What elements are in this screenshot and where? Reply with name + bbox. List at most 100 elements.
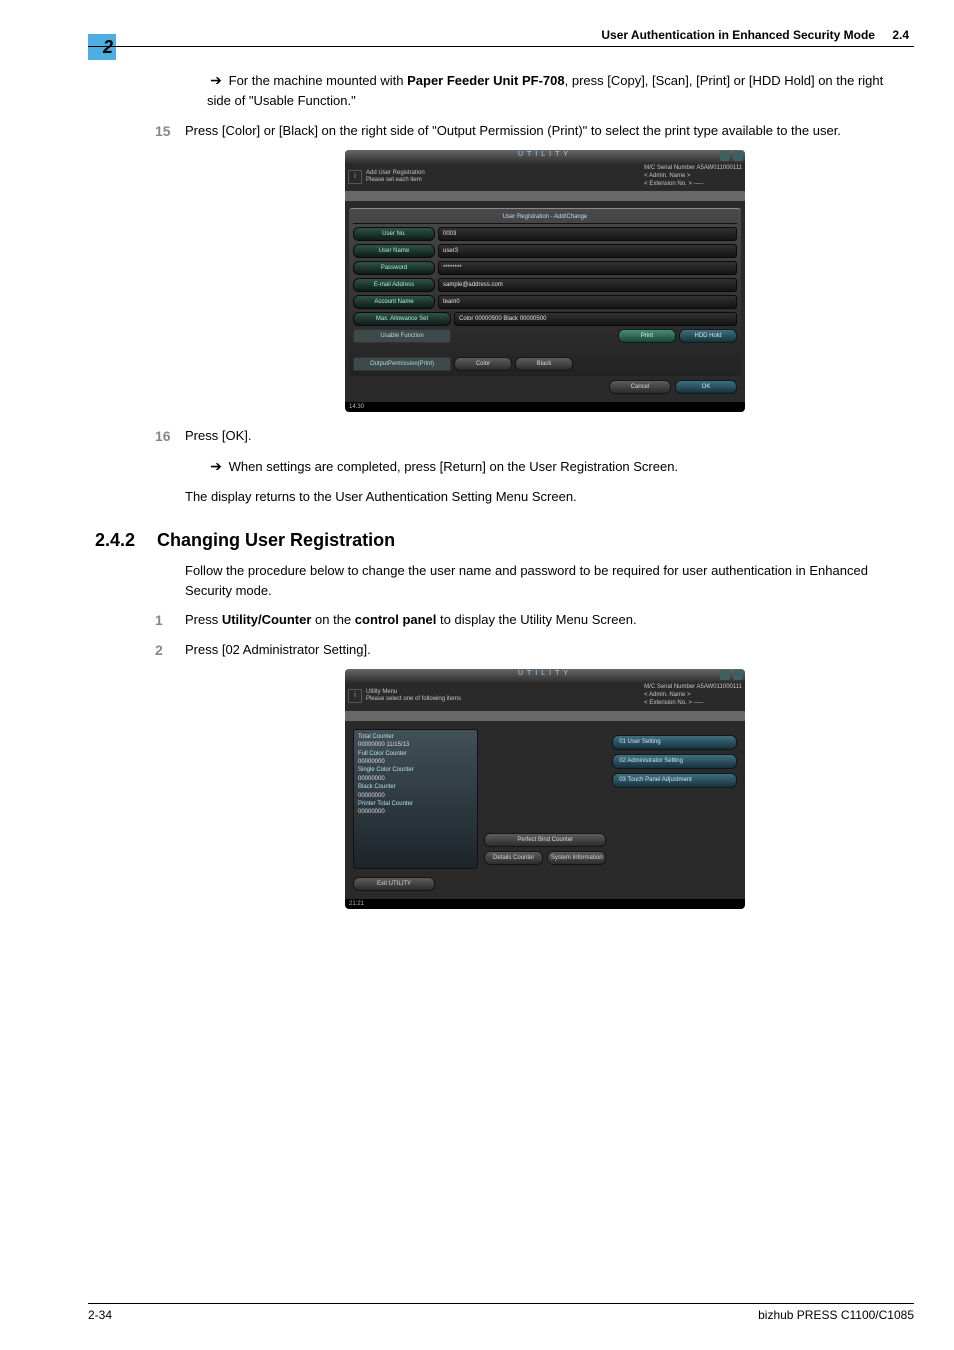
step1-post: to display the Utility Menu Screen. <box>436 612 636 627</box>
header-rule <box>88 46 914 47</box>
section-intro: Follow the procedure below to change the… <box>185 561 905 600</box>
step1-b2: control panel <box>355 612 437 627</box>
exit-row: Exit UTILITY <box>349 873 741 895</box>
counter-total-label: Total Counter <box>358 733 473 741</box>
print-button[interactable]: Print <box>618 329 676 343</box>
note-text-bold: Paper Feeder Unit PF-708 <box>407 73 565 88</box>
label-email[interactable]: E-mail Address <box>353 278 435 292</box>
arrow-icon: ➔ <box>207 456 225 477</box>
step-number: 1 <box>155 610 163 631</box>
utility-info-row: i Add User Registration Please set each … <box>345 164 745 191</box>
screenshot-user-registration: UTILITY i Add User Registration Please s… <box>185 150 905 412</box>
titlebar-icon <box>720 151 730 161</box>
details-counter-button[interactable]: Details Counter <box>484 851 543 865</box>
label-password[interactable]: Password <box>353 261 435 275</box>
row-account: Account Name team0 <box>353 295 737 309</box>
utility-strip <box>345 191 745 201</box>
section-number: 2.4.2 <box>95 530 135 551</box>
utility-strip <box>345 711 745 721</box>
step16-return: The display returns to the User Authenti… <box>185 487 905 507</box>
label-output-permission: OutputPermission(Print) <box>353 357 451 371</box>
color-button[interactable]: Color <box>454 357 512 371</box>
info-icon: i <box>348 689 362 703</box>
titlebar-icon <box>720 670 730 680</box>
row-output-permission: OutputPermission(Print) Color Black <box>353 357 737 371</box>
menu-user-setting[interactable]: 01 User Setting <box>612 735 737 750</box>
info-left-l1: Add User Registration <box>366 170 566 177</box>
info-right-l1: M/C Serial Number A5AW011000111 <box>644 165 742 173</box>
counter-full-value: 00000000 <box>358 758 473 766</box>
row-user-no: User No. 0003 <box>353 227 737 241</box>
field-max-allowance: Color 00000500 Black 00000500 <box>454 312 737 326</box>
cancel-button[interactable]: Cancel <box>609 380 671 394</box>
page-footer: 2-34 bizhub PRESS C1100/C1085 <box>88 1303 914 1322</box>
section-title: Changing User Registration <box>157 530 395 551</box>
titlebar-icons <box>720 151 743 161</box>
status-time: 21:21 <box>349 901 364 907</box>
menu-buttons: 01 User Setting 02 Administrator Setting… <box>612 729 737 869</box>
running-section-ref: 2.4 <box>892 28 909 42</box>
step16-return-text: The display returns to the User Authenti… <box>185 489 577 504</box>
counter-black-value: 00000000 <box>358 792 473 800</box>
counter-full-label: Full Color Counter <box>358 750 473 758</box>
row-user-name: User Name user3 <box>353 244 737 258</box>
info-right-l3: < Extension No. > ----- <box>644 181 742 189</box>
counter-printer-value: 00000000 <box>358 808 473 816</box>
utility-titlebar: UTILITY <box>345 150 745 164</box>
step-text: Press [OK]. <box>185 428 251 443</box>
step-1: 1 Press Utility/Counter on the control p… <box>185 610 905 630</box>
step1-pre: Press <box>185 612 222 627</box>
menu-touch-panel-adjustment[interactable]: 03 Touch Panel Adjustment <box>612 773 737 788</box>
system-information-button[interactable]: System Information <box>547 851 606 865</box>
chapter-tab: 2 <box>88 34 116 60</box>
utility-title: UTILITY <box>518 151 572 158</box>
center-buttons: Perfect Bind Counter Details Counter Sys… <box>484 729 606 869</box>
counter-printer-label: Printer Total Counter <box>358 800 473 808</box>
label-account[interactable]: Account Name <box>353 295 435 309</box>
field-account[interactable]: team0 <box>438 295 737 309</box>
step-number: 2 <box>155 640 163 661</box>
status-bar: 21:21 <box>345 899 745 909</box>
exit-utility-button[interactable]: Exit UTILITY <box>353 877 435 891</box>
running-title: User Authentication in Enhanced Security… <box>601 28 909 42</box>
label-max-allowance[interactable]: Max. Allowance Set <box>353 312 451 326</box>
step-2: 2 Press [02 Administrator Setting]. <box>185 640 905 660</box>
info-icon: i <box>348 170 362 184</box>
page-header: 2 User Authentication in Enhanced Securi… <box>0 28 954 46</box>
info-right-l1: M/C Serial Number A5AW011000111 <box>644 684 742 692</box>
ok-button[interactable]: OK <box>675 380 737 394</box>
field-user-name[interactable]: user3 <box>438 244 737 258</box>
row-max-allowance: Max. Allowance Set Color 00000500 Black … <box>353 312 737 326</box>
field-email[interactable]: sample@address.com <box>438 278 737 292</box>
titlebar-icon <box>733 151 743 161</box>
field-user-no[interactable]: 0003 <box>438 227 737 241</box>
utility-titlebar: UTILITY <box>345 669 745 683</box>
titlebar-icon <box>733 670 743 680</box>
info-right-l3: < Extension No. > ----- <box>644 700 742 708</box>
counter-single-value: 00000000 <box>358 775 473 783</box>
status-bar: 14:30 <box>345 402 745 412</box>
menu-admin-setting[interactable]: 02 Administrator Setting <box>612 754 737 769</box>
step-number: 15 <box>155 121 171 142</box>
utility-title: UTILITY <box>518 670 572 677</box>
perfect-bind-counter-button[interactable]: Perfect Bind Counter <box>484 833 606 847</box>
page-number: 2-34 <box>88 1308 112 1322</box>
step-number: 16 <box>155 426 171 447</box>
utility-menu-body: Total Counter 00000000 11/15/13 Full Col… <box>349 725 741 873</box>
black-button[interactable]: Black <box>515 357 573 371</box>
info-left-l2: Please set each item <box>366 177 566 184</box>
step-15: 15 Press [Color] or [Black] on the right… <box>185 121 905 141</box>
product-name: bizhub PRESS C1100/C1085 <box>758 1308 914 1322</box>
counter-total-value: 00000000 11/15/13 <box>358 741 473 749</box>
step2-text: Press [02 Administrator Setting]. <box>185 642 371 657</box>
note-text-a: For the machine mounted with <box>229 73 407 88</box>
field-password[interactable]: ******** <box>438 261 737 275</box>
titlebar-icons <box>720 670 743 680</box>
step14-arrow-note: ➔ For the machine mounted with Paper Fee… <box>207 70 905 111</box>
label-user-name[interactable]: User Name <box>353 244 435 258</box>
step-16: 16 Press [OK]. <box>185 426 905 446</box>
row-email: E-mail Address sample@address.com <box>353 278 737 292</box>
counter-panel: Total Counter 00000000 11/15/13 Full Col… <box>353 729 478 869</box>
hdd-hold-button[interactable]: HDD Hold <box>679 329 737 343</box>
label-user-no[interactable]: User No. <box>353 227 435 241</box>
